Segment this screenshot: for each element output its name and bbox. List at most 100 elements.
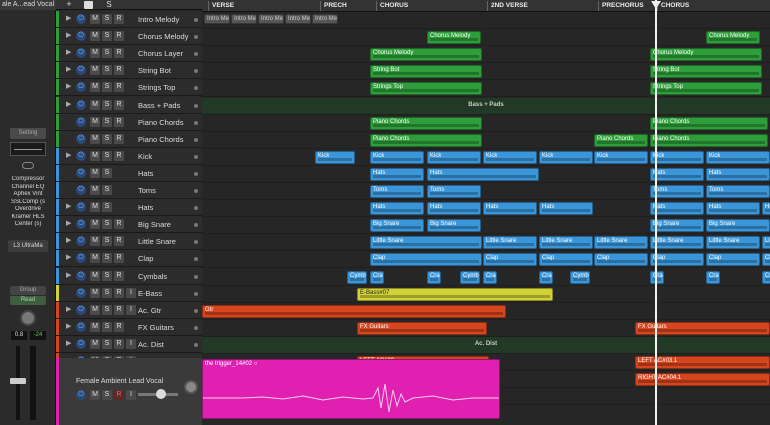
region[interactable]: Hats bbox=[427, 202, 481, 216]
track-header[interactable]: ▶ ⏻ M S R Clap bbox=[56, 250, 202, 268]
solo-button[interactable]: S bbox=[102, 116, 112, 127]
region[interactable]: Big Snare bbox=[650, 219, 704, 233]
track-lane[interactable]: Piano Chords Piano Chords bbox=[202, 115, 770, 132]
region[interactable]: Intro Mel bbox=[231, 14, 257, 24]
plugin-slot-l3[interactable]: L3 UltraMa bbox=[8, 240, 48, 252]
power-icon[interactable]: ⏻ bbox=[76, 116, 86, 127]
record-button[interactable]: R bbox=[114, 116, 124, 127]
track-name[interactable]: Kick bbox=[138, 148, 152, 165]
region[interactable]: Hats bbox=[427, 167, 539, 181]
region[interactable]: Strings Top bbox=[650, 82, 762, 96]
record-button[interactable]: R bbox=[114, 150, 124, 161]
power-icon[interactable]: ⏻ bbox=[76, 253, 86, 264]
group-button[interactable]: Group bbox=[10, 286, 46, 295]
region[interactable]: Little Snare bbox=[594, 236, 648, 250]
power-icon[interactable]: ⏻ bbox=[76, 14, 86, 24]
region[interactable]: Cra bbox=[370, 270, 384, 284]
record-dot-icon[interactable] bbox=[194, 189, 198, 193]
mute-button[interactable]: M bbox=[90, 167, 100, 178]
region[interactable]: Little Snare bbox=[483, 236, 537, 250]
region[interactable]: Chorus Melody bbox=[370, 48, 482, 62]
track-name[interactable]: Hats bbox=[138, 199, 153, 216]
region[interactable]: Intro Mel bbox=[285, 14, 311, 24]
track-header[interactable]: ▶ ⏻ M S R Strings Top bbox=[56, 79, 202, 97]
record-button[interactable]: R bbox=[114, 287, 124, 298]
marker[interactable]: CHORUS bbox=[376, 1, 408, 11]
record-dot-icon[interactable] bbox=[194, 308, 198, 313]
plugin-slot[interactable]: Kramer HLS bbox=[2, 214, 54, 222]
mute-button[interactable]: M bbox=[90, 99, 100, 110]
region[interactable]: Piano Chords bbox=[370, 133, 482, 147]
track-name[interactable]: Strings Top bbox=[138, 79, 175, 96]
marker[interactable]: VERSE bbox=[208, 1, 234, 11]
power-icon[interactable]: ⏻ bbox=[76, 99, 86, 110]
solo-button[interactable]: S bbox=[102, 133, 112, 144]
region[interactable]: Intro Mel bbox=[204, 14, 230, 24]
region[interactable]: FX Guitars bbox=[357, 321, 487, 335]
record-dot-icon[interactable] bbox=[194, 69, 198, 74]
region[interactable]: Clap bbox=[539, 253, 593, 267]
track-lane[interactable]: ClapClapClapClapClapClapClap bbox=[202, 251, 770, 269]
track-name[interactable]: Big Snare bbox=[138, 216, 171, 233]
region[interactable]: Intro Me bbox=[258, 14, 284, 24]
record-button[interactable]: R bbox=[114, 253, 124, 264]
record-dot-icon[interactable] bbox=[194, 240, 198, 245]
region[interactable]: String Bot bbox=[650, 65, 762, 79]
mute-button[interactable]: M bbox=[90, 321, 100, 332]
track-name[interactable]: Piano Chords bbox=[138, 114, 183, 131]
region[interactable]: Kick bbox=[650, 150, 704, 164]
track-name[interactable]: Chorus Layer bbox=[138, 45, 183, 62]
record-button[interactable]: R bbox=[114, 270, 124, 281]
selected-track-header[interactable]: Female Ambient Lead Vocal ⏻ M S R I bbox=[56, 358, 202, 425]
track-pan-knob[interactable] bbox=[184, 380, 198, 394]
record-dot-icon[interactable] bbox=[194, 137, 198, 142]
region[interactable]: Cra bbox=[706, 270, 720, 284]
arrange-area[interactable]: VERSE PRECH CHORUS 2ND VERSE PRECHORUS C… bbox=[202, 0, 770, 425]
power-icon[interactable]: ⏻ bbox=[76, 31, 86, 42]
region[interactable]: String Bot bbox=[370, 65, 482, 79]
record-dot-icon[interactable] bbox=[194, 103, 198, 108]
power-icon[interactable]: ⏻ bbox=[76, 270, 86, 281]
mute-button[interactable]: M bbox=[90, 202, 100, 213]
region[interactable]: Cra bbox=[427, 270, 441, 284]
track-header[interactable]: ▶ ⏻ M S R Kick bbox=[56, 147, 202, 165]
disclosure-triangle-icon[interactable]: ▶ bbox=[66, 152, 71, 160]
mute-button[interactable]: M bbox=[90, 236, 100, 247]
power-icon[interactable]: ⏻ bbox=[76, 202, 86, 213]
record-dot-icon[interactable] bbox=[194, 257, 198, 262]
track-name[interactable]: Piano Chords bbox=[138, 131, 183, 148]
region[interactable]: Little Snare bbox=[762, 236, 770, 250]
track-lane[interactable]: Kick Kick Kick Kick Kick Kick Kick Kick bbox=[202, 149, 770, 166]
mute-button[interactable]: M bbox=[90, 82, 100, 93]
record-dot-icon[interactable] bbox=[194, 342, 198, 347]
track-name[interactable]: Chorus Melody bbox=[138, 28, 188, 45]
solo-button[interactable]: S bbox=[102, 390, 112, 400]
region[interactable]: Big Snare bbox=[706, 219, 770, 233]
track-lane[interactable]: FX Guitars FX Guitars bbox=[202, 320, 770, 337]
fader-handle[interactable] bbox=[10, 378, 26, 384]
record-dot-icon[interactable] bbox=[194, 274, 198, 279]
record-button[interactable]: R bbox=[114, 321, 124, 332]
solo-button[interactable]: S bbox=[102, 14, 112, 24]
record-button[interactable]: R bbox=[114, 304, 124, 315]
solo-button[interactable]: S bbox=[102, 99, 112, 110]
track-header[interactable]: ⏻ M S Toms bbox=[56, 182, 202, 200]
track-name[interactable]: Ac. Dist bbox=[138, 336, 164, 353]
track-header[interactable]: ▶ ⏻ M S R Little Snare bbox=[56, 233, 202, 251]
disclosure-triangle-icon[interactable]: ▶ bbox=[66, 323, 71, 331]
marker[interactable]: PRECH bbox=[320, 1, 347, 11]
track-lane[interactable]: E-Bass#07 bbox=[202, 286, 770, 303]
power-icon[interactable]: ⏻ bbox=[76, 287, 86, 298]
region[interactable]: Hats bbox=[370, 202, 424, 216]
record-dot-icon[interactable] bbox=[194, 52, 198, 57]
plugin-slot[interactable]: Channel EQ bbox=[2, 184, 54, 192]
record-button[interactable]: R bbox=[114, 65, 124, 76]
power-icon[interactable]: ⏻ bbox=[76, 82, 86, 93]
region[interactable]: Big Snare bbox=[427, 219, 481, 233]
track-lane[interactable]: Chorus Melody Chorus Melody bbox=[202, 29, 770, 47]
plugin-slot[interactable]: SSLComp (s bbox=[2, 199, 54, 207]
track-lane[interactable]: String Bot String Bot bbox=[202, 63, 770, 81]
power-icon[interactable]: ⏻ bbox=[76, 338, 86, 349]
plugin-slot[interactable]: Overdrive bbox=[2, 206, 54, 214]
region[interactable]: Cra bbox=[483, 270, 497, 284]
